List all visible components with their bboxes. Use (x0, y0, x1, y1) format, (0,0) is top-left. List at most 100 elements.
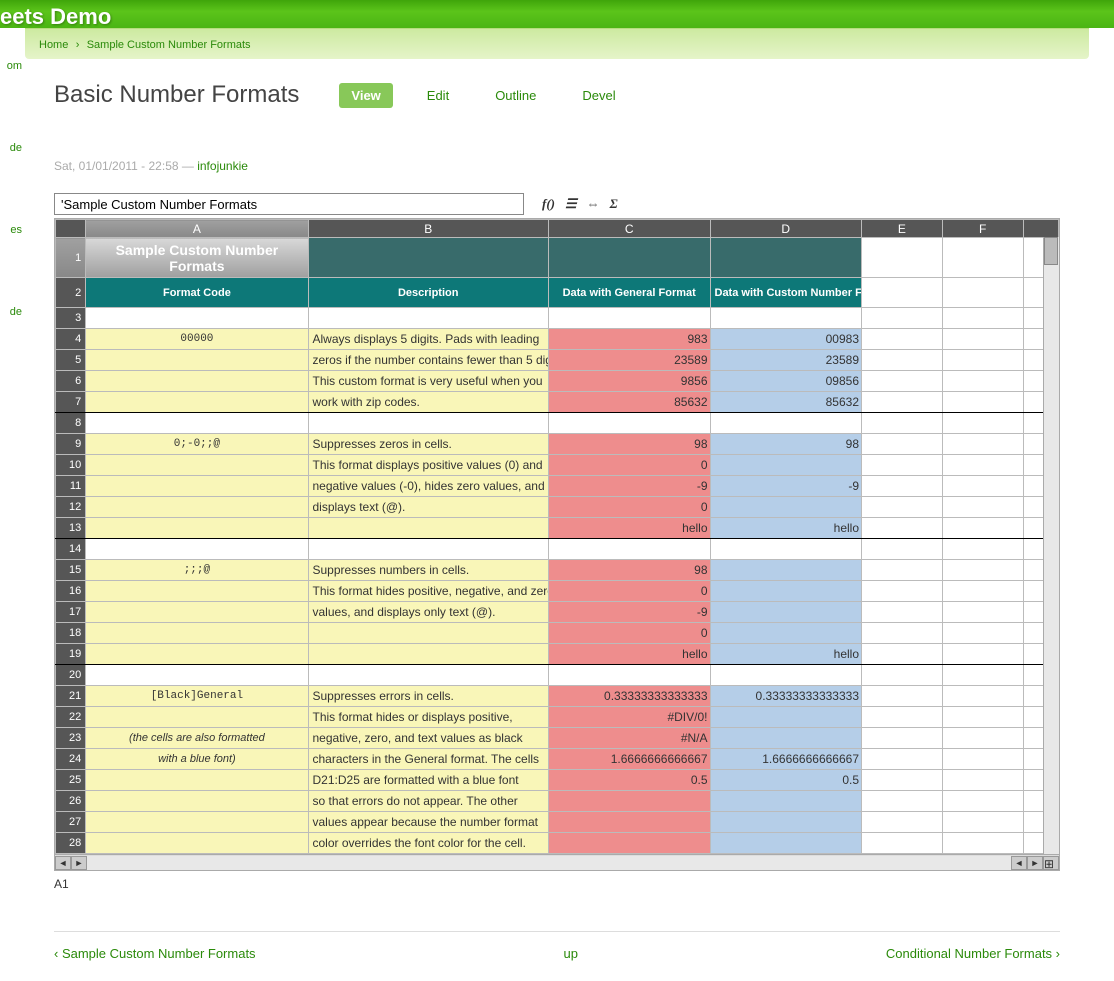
horizontal-scrollbar[interactable]: ◄ ► ◄ ► ⊞ (55, 854, 1059, 870)
cell-C26[interactable] (548, 791, 710, 812)
corner-cell[interactable] (56, 220, 86, 238)
row-header-27[interactable]: 27 (56, 812, 86, 833)
cell-D18[interactable] (710, 623, 862, 644)
cell-B3[interactable] (308, 308, 548, 329)
cell-B17[interactable]: values, and displays only text (@). (308, 602, 548, 623)
cell-r14-c5[interactable] (942, 539, 1023, 560)
cell-D23[interactable] (710, 728, 862, 749)
row-header-17[interactable]: 17 (56, 602, 86, 623)
cell-r28-c4[interactable] (862, 833, 943, 854)
tab-devel[interactable]: Devel (570, 83, 627, 108)
row-header-8[interactable]: 8 (56, 413, 86, 434)
cell-C22[interactable]: #DIV/0! (548, 707, 710, 728)
cell-r21-c4[interactable] (862, 686, 943, 707)
breadcrumb-home[interactable]: Home (39, 39, 68, 51)
cell-A9[interactable]: 0;-0;;@ (86, 434, 308, 455)
row-header-7[interactable]: 7 (56, 392, 86, 413)
cell-r6-c4[interactable] (862, 371, 943, 392)
cell-A27[interactable] (86, 812, 308, 833)
cell-r8-c4[interactable] (862, 413, 943, 434)
cell-B7[interactable]: work with zip codes. (308, 392, 548, 413)
cell-D17[interactable] (710, 602, 862, 623)
cell-r2-c4[interactable] (862, 278, 943, 308)
cell-A26[interactable] (86, 791, 308, 812)
cell-r24-c4[interactable] (862, 749, 943, 770)
cell-A12[interactable] (86, 497, 308, 518)
cell-C28[interactable] (548, 833, 710, 854)
col-header-C[interactable]: C (548, 220, 710, 238)
cell-r17-c5[interactable] (942, 602, 1023, 623)
cell-C6[interactable]: 9856 (548, 371, 710, 392)
cell-B11[interactable]: negative values (-0), hides zero values,… (308, 476, 548, 497)
cell-D28[interactable] (710, 833, 862, 854)
cell-D24[interactable]: 1.6666666666667 (710, 749, 862, 770)
row-header-26[interactable]: 26 (56, 791, 86, 812)
row-header-15[interactable]: 15 (56, 560, 86, 581)
multiline-icon[interactable]: ☰ (565, 196, 577, 212)
cell-r11-c5[interactable] (942, 476, 1023, 497)
cell-C8[interactable] (548, 413, 710, 434)
cell-r12-c4[interactable] (862, 497, 943, 518)
cell-D4[interactable]: 00983 (710, 329, 862, 350)
cell-C18[interactable]: 0 (548, 623, 710, 644)
cell-A10[interactable] (86, 455, 308, 476)
cell-r4-c5[interactable] (942, 329, 1023, 350)
cell-B15[interactable]: Suppresses numbers in cells. (308, 560, 548, 581)
cell-C19[interactable]: hello (548, 644, 710, 665)
cell-B19[interactable] (308, 644, 548, 665)
cell-r8-c5[interactable] (942, 413, 1023, 434)
scrollbar-track[interactable] (87, 856, 1011, 870)
col-header-B[interactable]: B (308, 220, 548, 238)
cell-D21[interactable]: 0.33333333333333 (710, 686, 862, 707)
cell-r27-c4[interactable] (862, 812, 943, 833)
row-header-19[interactable]: 19 (56, 644, 86, 665)
cell-A25[interactable] (86, 770, 308, 791)
cell-r11-c4[interactable] (862, 476, 943, 497)
cell-r20-c5[interactable] (942, 665, 1023, 686)
resize-corner-icon[interactable]: ⊞ (1043, 856, 1059, 870)
cell-B22[interactable]: This format hides or displays positive, (308, 707, 548, 728)
cell-C7[interactable]: 85632 (548, 392, 710, 413)
cell-D16[interactable] (710, 581, 862, 602)
tab-edit[interactable]: Edit (415, 83, 461, 108)
scroll-right-arrow[interactable]: ► (71, 856, 87, 870)
cell-A21[interactable]: [Black]General (86, 686, 308, 707)
cell-A11[interactable] (86, 476, 308, 497)
scroll-right-arrow-2[interactable]: ► (1027, 856, 1043, 870)
cell-r3-c5[interactable] (942, 308, 1023, 329)
cell-C10[interactable]: 0 (548, 455, 710, 476)
cell-B6[interactable]: This custom format is very useful when y… (308, 371, 548, 392)
cell-r23-c5[interactable] (942, 728, 1023, 749)
cell-C13[interactable]: hello (548, 518, 710, 539)
cell-D27[interactable] (710, 812, 862, 833)
row-header-11[interactable]: 11 (56, 476, 86, 497)
scrollbar-thumb[interactable] (1044, 237, 1058, 265)
col-header-end[interactable] (1023, 220, 1058, 238)
cell-A28[interactable] (86, 833, 308, 854)
cell-r26-c4[interactable] (862, 791, 943, 812)
row-header-14[interactable]: 14 (56, 539, 86, 560)
row-header-23[interactable]: 23 (56, 728, 86, 749)
header-cell-2[interactable]: Data with General Format (548, 278, 710, 308)
cell-D22[interactable] (710, 707, 862, 728)
cell-B21[interactable]: Suppresses errors in cells. (308, 686, 548, 707)
scroll-left-arrow[interactable]: ◄ (55, 856, 71, 870)
row-header-21[interactable]: 21 (56, 686, 86, 707)
cell-r1-c2[interactable] (548, 238, 710, 278)
header-cell-0[interactable]: Format Code (86, 278, 308, 308)
header-cell-1[interactable]: Description (308, 278, 548, 308)
cell-B28[interactable]: color overrides the font color for the c… (308, 833, 548, 854)
cell-C14[interactable] (548, 539, 710, 560)
cell-B14[interactable] (308, 539, 548, 560)
cell-B8[interactable] (308, 413, 548, 434)
cell-r13-c5[interactable] (942, 518, 1023, 539)
cell-C24[interactable]: 1.6666666666667 (548, 749, 710, 770)
cell-B4[interactable]: Always displays 5 digits. Pads with lead… (308, 329, 548, 350)
row-header-28[interactable]: 28 (56, 833, 86, 854)
cell-C17[interactable]: -9 (548, 602, 710, 623)
cell-r7-c5[interactable] (942, 392, 1023, 413)
cell-r13-c4[interactable] (862, 518, 943, 539)
cell-D3[interactable] (710, 308, 862, 329)
cell-D25[interactable]: 0.5 (710, 770, 862, 791)
cell-B18[interactable] (308, 623, 548, 644)
